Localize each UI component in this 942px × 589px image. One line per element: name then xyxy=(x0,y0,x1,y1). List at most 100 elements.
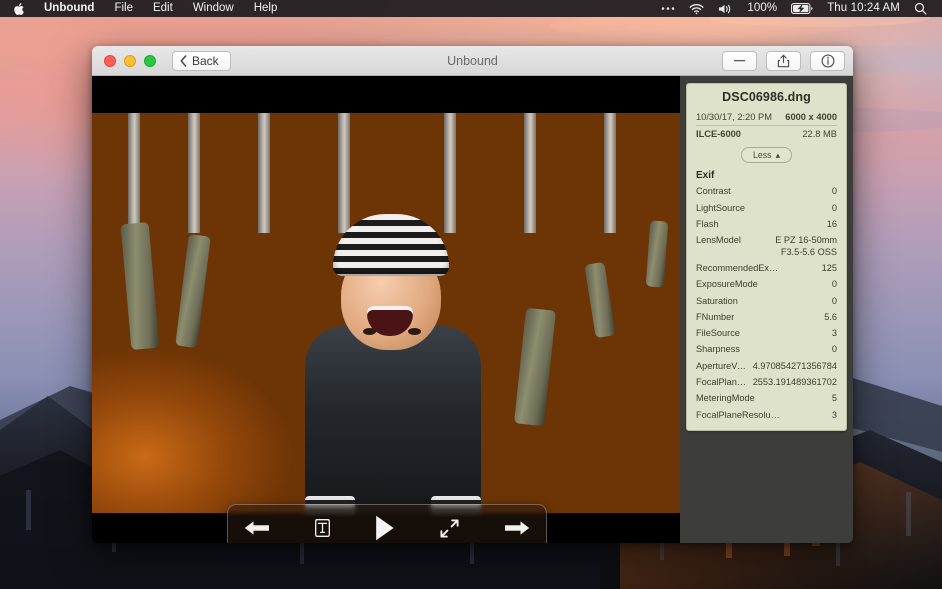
collapse-sidebar-button[interactable] xyxy=(722,50,757,71)
camera-model-label: ILCE-6000 xyxy=(696,129,741,139)
exif-row: ExposureBiasValue 0 xyxy=(696,423,837,431)
battery-charging-icon[interactable] xyxy=(784,3,820,14)
photo-image[interactable] xyxy=(92,113,680,513)
exif-rows-list: Contrast 0 LightSource 0 Flash 16 LensModel E P… xyxy=(696,184,837,431)
exif-row: Saturation 0 xyxy=(696,293,837,309)
share-button[interactable] xyxy=(766,50,801,71)
fence-post xyxy=(604,113,616,233)
menu-bar-status-area: 100% Thu 10:24 AM xyxy=(654,0,942,17)
next-button[interactable] xyxy=(504,519,530,537)
exif-value: 3 xyxy=(831,328,837,339)
capture-date-label: 10/30/17, 2:20 PM xyxy=(696,112,772,122)
fence-post xyxy=(188,113,200,233)
exif-value: 4.970854271356784 xyxy=(752,360,837,371)
back-button-label: Back xyxy=(192,53,219,68)
dimensions-label: 6000 x 4000 xyxy=(785,112,837,122)
exif-key: Saturation xyxy=(696,295,738,306)
volume-icon[interactable] xyxy=(711,3,740,15)
toggle-row: Less ▴ xyxy=(696,147,837,163)
exif-row: FNumber 5.6 xyxy=(696,309,837,325)
exif-row: MeteringMode 5 xyxy=(696,391,837,407)
exif-value: 0 xyxy=(831,279,837,290)
exif-row: Contrast 0 xyxy=(696,184,837,200)
window-titlebar[interactable]: Back Unbound xyxy=(92,46,853,76)
minus-icon xyxy=(734,60,745,62)
exif-key: FileSource xyxy=(696,328,740,339)
exif-row: LightSource 0 xyxy=(696,200,837,216)
text-overlay-button[interactable] xyxy=(315,519,330,537)
menu-item-file[interactable]: File xyxy=(104,0,143,17)
apple-logo-icon[interactable] xyxy=(7,2,34,16)
info-sidebar: DSC06986.dng 10/30/17, 2:20 PM 6000 x 40… xyxy=(680,76,853,543)
previous-button[interactable] xyxy=(244,519,270,537)
menu-item-edit[interactable]: Edit xyxy=(143,0,183,17)
arrow-left-icon xyxy=(244,521,269,535)
menu-item-window[interactable]: Window xyxy=(183,0,244,17)
fullscreen-button[interactable] xyxy=(440,518,459,538)
menu-item-unbound[interactable]: Unbound xyxy=(34,0,104,17)
exif-key: LightSource xyxy=(696,202,746,213)
exif-row: RecommendedEx… 125 xyxy=(696,261,837,277)
app-window[interactable]: Back Unbound DSC06986.dng 10/30/17, 2:20… xyxy=(92,46,853,543)
exif-key: MeteringMode xyxy=(696,393,755,404)
window-toolbar-actions xyxy=(722,50,845,71)
share-icon xyxy=(777,54,790,67)
arrow-right-icon xyxy=(505,521,530,535)
zoom-button[interactable] xyxy=(144,54,156,67)
exif-key: RecommendedEx… xyxy=(696,263,779,274)
menu-bar-clock[interactable]: Thu 10:24 AM xyxy=(820,0,907,17)
child-jacket xyxy=(305,326,481,513)
meta-divider xyxy=(696,125,837,126)
text-box-icon xyxy=(315,519,330,537)
less-toggle-button[interactable]: Less ▴ xyxy=(740,147,792,163)
exif-row: FileSource 3 xyxy=(696,326,837,342)
spotlight-search-icon[interactable] xyxy=(907,2,934,15)
overflow-dots-icon[interactable] xyxy=(654,6,682,11)
exif-section-heading: Exif xyxy=(696,170,715,181)
exif-key: ApertureValue xyxy=(696,360,747,371)
close-button[interactable] xyxy=(104,54,116,67)
exif-value: 2553.191489361702 xyxy=(752,376,837,387)
photo-viewer[interactable] xyxy=(92,76,680,543)
window-traffic-lights xyxy=(100,54,156,67)
wifi-icon[interactable] xyxy=(682,3,711,15)
exif-value: 125 xyxy=(821,263,837,274)
exif-value: E PZ 16-50mm F3.5-5.6 OSS xyxy=(775,235,837,257)
playback-toolbar[interactable] xyxy=(227,504,547,543)
battery-percent-label: 100% xyxy=(747,2,778,14)
exif-value: 0 xyxy=(831,202,837,213)
caret-up-icon: ▴ xyxy=(775,149,780,160)
exif-card[interactable]: DSC06986.dng 10/30/17, 2:20 PM 6000 x 40… xyxy=(686,83,847,431)
exif-card-content: DSC06986.dng 10/30/17, 2:20 PM 6000 x 40… xyxy=(687,84,846,431)
menu-item-help[interactable]: Help xyxy=(244,0,288,17)
info-button[interactable] xyxy=(810,50,845,71)
capture-meta-row: 10/30/17, 2:20 PM 6000 x 4000 xyxy=(696,110,837,124)
exif-row: FocalPlaneXReso… 2553.191489361702 xyxy=(696,375,837,391)
letterbox-top xyxy=(92,76,680,113)
expand-diagonal-icon xyxy=(440,518,459,538)
exif-row: FocalPlaneResolu… 3 xyxy=(696,407,837,423)
file-size-label: 22.8 MB xyxy=(802,129,837,139)
exif-row: LensModel E PZ 16-50mm F3.5-5.6 OSS xyxy=(696,233,837,261)
exif-value: 0 xyxy=(831,186,837,197)
play-button[interactable] xyxy=(375,515,395,541)
exif-row: Sharpness 0 xyxy=(696,342,837,358)
info-icon xyxy=(821,54,834,67)
exif-key: Contrast xyxy=(696,186,731,197)
exif-key: ExposureBiasValue xyxy=(696,425,776,431)
exif-key: Sharpness xyxy=(696,344,740,355)
fence-post xyxy=(524,113,536,233)
play-icon xyxy=(376,515,394,541)
exif-value: 16 xyxy=(826,218,837,229)
back-button[interactable]: Back xyxy=(172,50,231,71)
window-body: DSC06986.dng 10/30/17, 2:20 PM 6000 x 40… xyxy=(92,76,853,543)
exif-value: 5.6 xyxy=(824,311,837,322)
child-subject xyxy=(297,208,487,513)
exif-key: Flash xyxy=(696,218,719,229)
exif-key: ExposureMode xyxy=(696,279,758,290)
exif-key: FocalPlaneResolu… xyxy=(696,409,780,420)
exif-value: 0 xyxy=(831,295,837,306)
exif-value: 5 xyxy=(831,393,837,404)
minimize-button[interactable] xyxy=(124,54,136,67)
file-name-label: DSC06986.dng xyxy=(722,90,811,104)
